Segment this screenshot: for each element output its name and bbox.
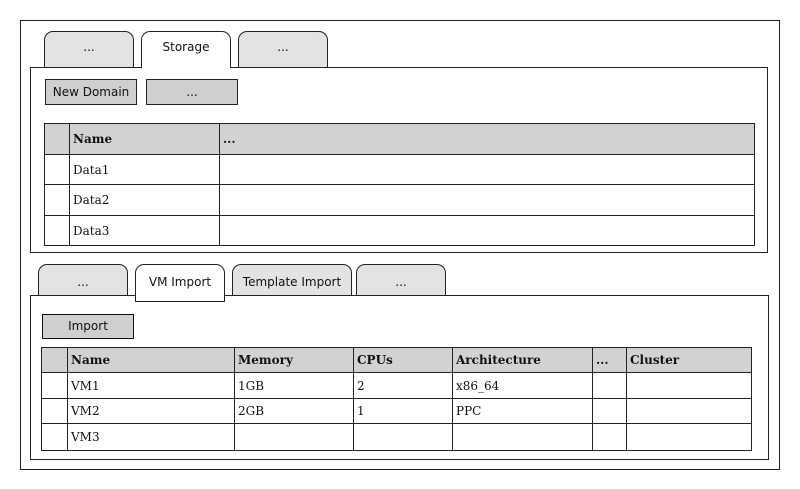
table-cell: Data2 bbox=[73, 193, 110, 207]
column-divider bbox=[67, 348, 68, 450]
tab-top-more-left[interactable]: ... bbox=[44, 31, 134, 67]
table-header: Name Memory CPUs Architecture ... Cluste… bbox=[42, 348, 751, 373]
tab-bottom-more-left[interactable]: ... bbox=[38, 264, 128, 296]
new-domain-button[interactable]: New Domain bbox=[45, 79, 137, 105]
table-cell: PPC bbox=[456, 404, 482, 418]
table-cell bbox=[220, 155, 223, 184]
tab-label: ... bbox=[83, 40, 95, 54]
table-cell: Data1 bbox=[73, 162, 110, 177]
table-cell bbox=[627, 424, 630, 450]
tab-storage[interactable]: Storage bbox=[141, 31, 231, 68]
column-header: Memory bbox=[238, 353, 293, 367]
tab-label: ... bbox=[77, 275, 89, 289]
table-cell bbox=[593, 399, 596, 423]
import-button[interactable]: Import bbox=[42, 314, 134, 339]
table-body: VM1 1GB 2 x86_64 VM2 2GB 1 PPC VM3 bbox=[42, 373, 751, 450]
column-divider bbox=[219, 124, 220, 245]
tab-label: Template Import bbox=[242, 275, 342, 289]
column-header: Name bbox=[73, 132, 113, 146]
tab-label: ... bbox=[277, 40, 289, 54]
table-cell bbox=[453, 424, 456, 450]
table-cell: 1GB bbox=[238, 378, 265, 393]
table-cell: Data3 bbox=[73, 223, 110, 238]
table-cell: VM3 bbox=[71, 430, 100, 444]
column-header: ... bbox=[223, 132, 236, 146]
column-header: ... bbox=[596, 353, 609, 367]
table-row[interactable]: Data1 bbox=[45, 155, 754, 185]
table-cell bbox=[220, 185, 223, 215]
storage-panel: New Domain ... Name ... Data1 Data2 Data… bbox=[30, 67, 768, 253]
tab-top-more-right[interactable]: ... bbox=[238, 31, 328, 67]
table-row[interactable]: VM3 bbox=[42, 424, 751, 450]
table-cell: 2 bbox=[357, 378, 365, 393]
tab-label: VM Import bbox=[148, 275, 212, 289]
import-panel: Import Name Memory CPUs Architecture ...… bbox=[30, 295, 769, 460]
table-row[interactable]: VM2 2GB 1 PPC bbox=[42, 399, 751, 424]
table-cell bbox=[593, 373, 596, 398]
table-row[interactable]: Data3 bbox=[45, 216, 754, 245]
table-cell bbox=[627, 399, 630, 423]
tab-bottom-more-right[interactable]: ... bbox=[356, 264, 446, 296]
table-cell: VM2 bbox=[71, 404, 100, 418]
table-cell: 1 bbox=[357, 404, 365, 418]
column-divider bbox=[353, 348, 354, 450]
tab-vm-import[interactable]: VM Import bbox=[135, 264, 225, 302]
column-divider bbox=[452, 348, 453, 450]
column-divider bbox=[234, 348, 235, 450]
table-header: Name ... bbox=[45, 124, 754, 155]
column-divider bbox=[626, 348, 627, 450]
table-cell: VM1 bbox=[71, 378, 100, 393]
table-body: Data1 Data2 Data3 bbox=[45, 155, 754, 245]
table-row[interactable]: Data2 bbox=[45, 185, 754, 216]
table-row[interactable]: VM1 1GB 2 x86_64 bbox=[42, 373, 751, 399]
vm-table: Name Memory CPUs Architecture ... Cluste… bbox=[41, 347, 752, 451]
table-cell bbox=[220, 216, 223, 245]
table-cell: x86_64 bbox=[456, 378, 500, 393]
column-header: CPUs bbox=[357, 353, 393, 367]
column-divider bbox=[592, 348, 593, 450]
tab-label: ... bbox=[395, 275, 407, 289]
column-header: Name bbox=[71, 353, 111, 367]
column-divider bbox=[69, 124, 70, 245]
tab-template-import[interactable]: Template Import bbox=[232, 264, 352, 296]
table-cell: 2GB bbox=[238, 404, 265, 418]
table-cell bbox=[627, 373, 630, 398]
table-cell bbox=[235, 424, 238, 450]
storage-more-button[interactable]: ... bbox=[146, 79, 238, 105]
table-cell bbox=[593, 424, 596, 450]
column-header: Architecture bbox=[456, 353, 541, 367]
storage-table: Name ... Data1 Data2 Data3 bbox=[44, 123, 755, 246]
table-cell bbox=[354, 424, 357, 450]
tab-label: Storage bbox=[162, 40, 210, 54]
column-header: Cluster bbox=[630, 353, 680, 367]
